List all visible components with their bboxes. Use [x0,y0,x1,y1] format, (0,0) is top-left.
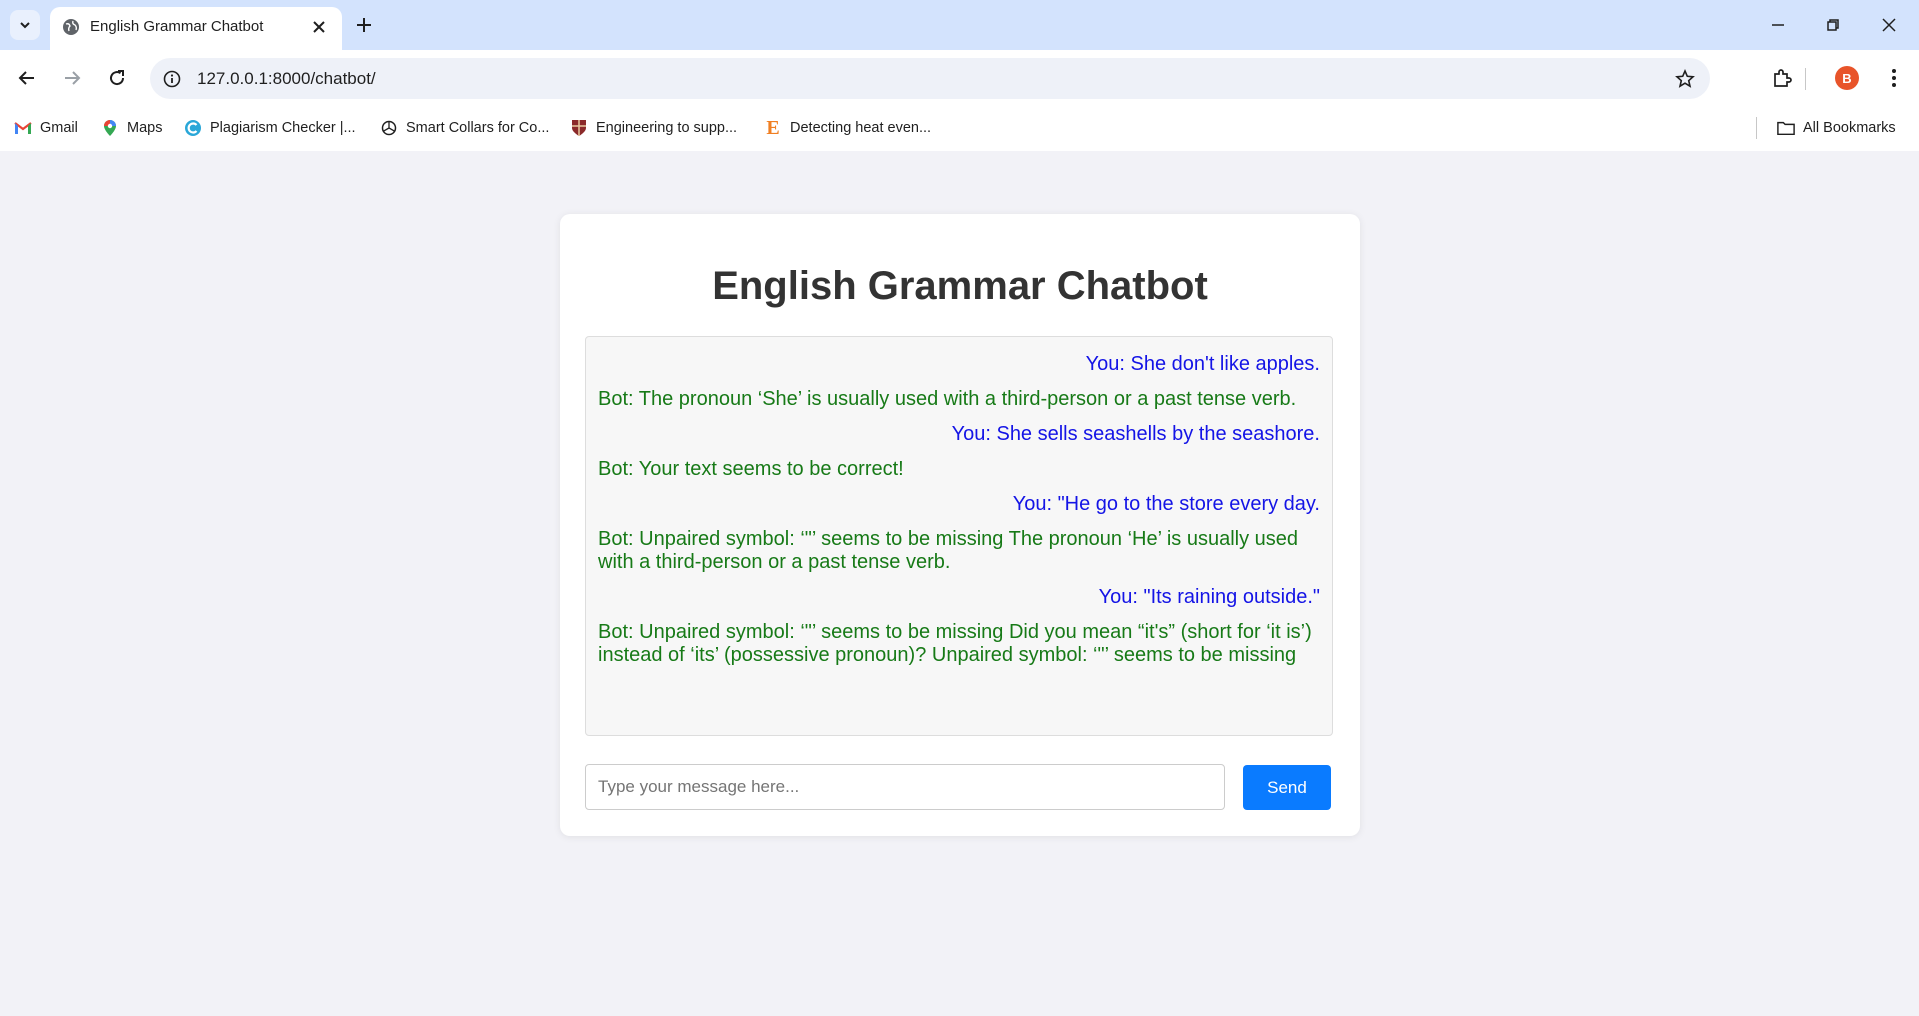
tab-search-button[interactable] [10,10,40,40]
bookmark-gmail[interactable]: Gmail [14,116,78,140]
plagiarism-checker-icon [184,119,202,137]
browser-tabstrip: English Grammar Chatbot [0,0,1919,50]
window-close-icon[interactable] [1877,13,1901,37]
bookmark-detecting-heat[interactable]: E Detecting heat even... [764,116,931,140]
chatbot-card: English Grammar Chatbot You: She don't l… [560,214,1360,836]
bot-message: Bot: Your text seems to be correct! [598,458,904,480]
browser-toolbar: 127.0.0.1:8000/chatbot/ B [0,50,1919,107]
gmail-icon [14,119,32,137]
message-input[interactable] [585,764,1225,810]
bookmark-plagiarism-checker[interactable]: Plagiarism Checker |... [184,116,356,140]
bookmarks-bar: Gmail Maps Plagiarism Checker |... Smart… [0,107,1919,151]
user-message: You: She don't like apples. [1085,353,1320,375]
folder-icon [1777,119,1795,137]
globe-icon [63,19,79,35]
reload-icon[interactable] [105,66,129,90]
site-info-icon[interactable] [162,69,182,89]
send-button[interactable]: Send [1243,765,1331,810]
restore-icon[interactable] [1821,13,1845,37]
profile-avatar[interactable]: B [1835,66,1859,90]
bookmark-star-icon[interactable] [1674,68,1696,90]
shield-crest-icon [570,119,588,137]
minimize-icon[interactable] [1766,13,1790,37]
new-tab-icon[interactable] [353,14,375,36]
active-tab[interactable]: English Grammar Chatbot [50,7,342,50]
url-text[interactable]: 127.0.0.1:8000/chatbot/ [197,69,376,89]
bot-message: Bot: The pronoun ‘She’ is usually used w… [598,388,1297,410]
toolbar-divider [1805,68,1806,90]
more-menu-icon[interactable] [1882,66,1906,90]
all-bookmarks-button[interactable]: All Bookmarks [1777,116,1896,140]
user-message: You: "He go to the store every day. [1012,493,1320,515]
tab-title: English Grammar Chatbot [90,18,264,35]
extensions-puzzle-icon[interactable] [1770,66,1794,90]
user-message: You: She sells seashells by the seashore… [951,423,1320,445]
bookmark-maps[interactable]: Maps [101,116,162,140]
openai-icon [380,119,398,137]
bookmarks-divider [1756,117,1757,139]
chat-log[interactable]: You: She don't like apples. Bot: The pron… [585,336,1333,736]
bot-message: Bot: Unpaired symbol: ‘"’ seems to be mi… [598,528,1299,573]
close-icon[interactable] [310,18,328,36]
page-title: English Grammar Chatbot [712,264,1208,308]
bookmark-smart-collars[interactable]: Smart Collars for Co... [380,116,549,140]
bot-message: Bot: Unpaired symbol: ‘"’ seems to be mi… [598,621,1312,666]
bookmark-engineering[interactable]: Engineering to supp... [570,116,737,140]
address-bar[interactable]: 127.0.0.1:8000/chatbot/ [150,58,1710,99]
elsevier-icon: E [766,116,780,139]
back-arrow-icon[interactable] [15,66,39,90]
maps-icon [101,119,119,137]
chevron-down-icon [20,22,30,29]
forward-arrow-icon[interactable] [60,66,84,90]
user-message: You: "Its raining outside." [1098,586,1320,608]
